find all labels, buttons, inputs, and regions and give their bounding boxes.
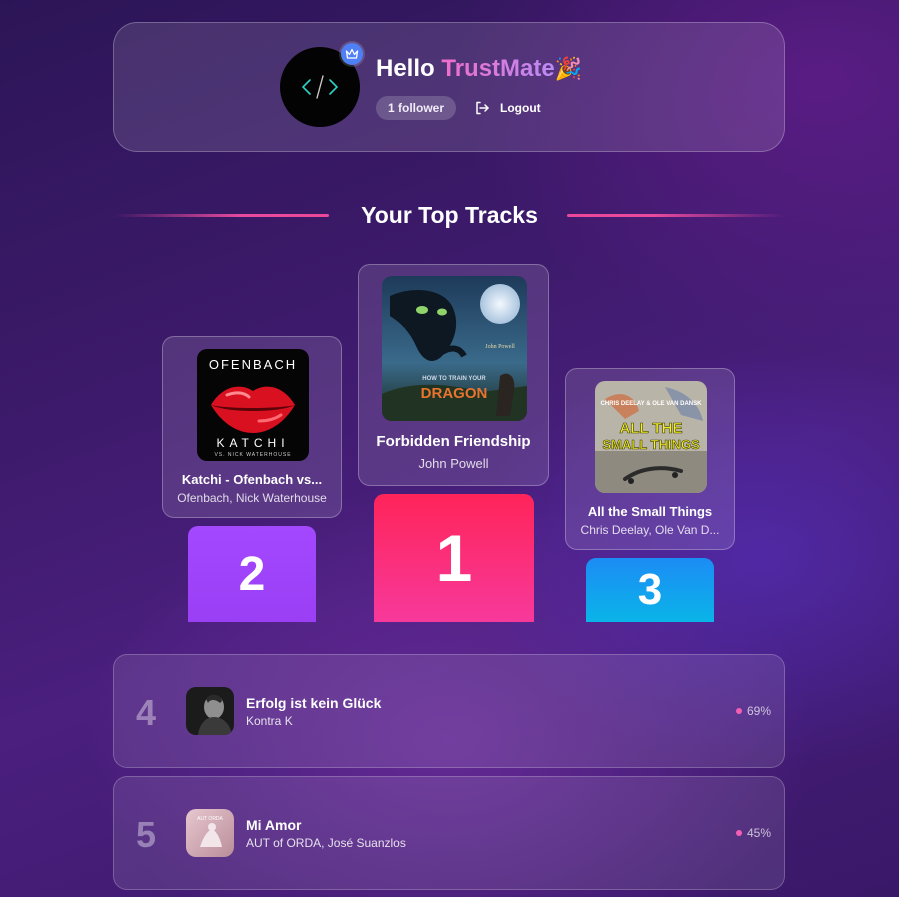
podium-title: Katchi - Ofenbach vs... [181,472,323,487]
track-rank: 4 [136,692,157,733]
podium-title: All the Small Things [587,504,713,519]
username: TrustMate [441,55,555,82]
cover-text-artist: OFENBACH [209,357,297,372]
track-artist: AUT of ORDA, José Suanzlos [246,836,406,850]
cover-text-artist: CHRIS DEELAY & OLE VAN DANSK [601,401,703,407]
popularity-dot-icon [735,708,742,714]
pedestal-rank-2: 2 [188,526,316,622]
dragon-cover-art: HOW TO TRAIN YOUR DRAGON John Powell [382,276,527,421]
popularity-value: 45% [746,826,771,840]
cover-text: AUT ORDA [197,816,223,822]
code-icon [301,75,339,99]
svg-text:John Powell: John Powell [485,344,515,350]
podium-card-rank-1[interactable]: HOW TO TRAIN YOUR DRAGON John Powell For… [358,264,549,486]
track-row[interactable]: 4 Erfolg ist kein Glück Kontra K 69% [113,654,785,768]
logout-icon [476,101,489,115]
podium-title: Forbidden Friendship [376,433,531,450]
podium-card-rank-2[interactable]: OFENBACH KATCHI VS. NICK WATERHOUSE Katc… [162,336,342,518]
pedestal-number: 1 [435,521,473,595]
cover-text-title-line2: SMALL THINGS [602,437,700,452]
track-title: Erfolg ist kein Glück [246,695,382,711]
popularity-indicator: 69% [735,704,771,718]
logout-button[interactable]: Logout [474,97,541,119]
podium-artist: Chris Deelay, Ole Van D... [580,523,720,537]
pedestal-number: 3 [637,565,663,614]
crown-badge [341,43,363,65]
pedestal-rank-1: 1 [374,494,534,622]
track-title: Mi Amor [246,817,302,833]
follower-count-badge[interactable]: 1 follower [376,96,457,120]
title-divider-right [567,214,785,217]
crown-icon [345,48,359,59]
svg-text:DRAGON: DRAGON [421,385,488,402]
popularity-value: 69% [746,704,771,718]
popularity-dot-icon [735,830,742,836]
podium-artist: Ofenbach, Nick Waterhouse [177,491,327,505]
track-rank: 5 [136,814,157,855]
cover-text-title: KATCHI [216,436,289,450]
greeting-word: Hello [376,55,435,82]
profile-header: Hello TrustMate🎉 1 follower Logout [113,22,785,152]
pedestal-rank-3: 3 [586,558,714,622]
podium-artist: John Powell [418,456,489,471]
podium-card-rank-3[interactable]: CHRIS DEELAY & OLE VAN DANSK ALL THE SMA… [565,368,735,550]
party-popper-icon: 🎉 [554,56,583,81]
skater-cover-art: CHRIS DEELAY & OLE VAN DANSK ALL THE SMA… [595,381,707,493]
popularity-indicator: 45% [735,826,771,840]
cover-text-title-line1: ALL THE [619,420,682,437]
lips-cover-art: OFENBACH KATCHI VS. NICK WATERHOUSE [197,349,309,461]
greeting-title: Hello TrustMate🎉 [376,55,582,83]
logout-label: Logout [500,101,541,115]
pink-cover-art: AUT ORDA [186,809,234,857]
pedestal-number: 2 [238,547,266,601]
svg-text:HOW TO TRAIN YOUR: HOW TO TRAIN YOUR [422,376,486,382]
cover-text-sub: VS. NICK WATERHOUSE [214,452,291,458]
track-row[interactable]: 5 AUT ORDA Mi Amor AUT of ORDA, José Sua… [113,776,785,890]
portrait-cover-art [186,687,234,735]
track-artist: Kontra K [246,714,293,728]
